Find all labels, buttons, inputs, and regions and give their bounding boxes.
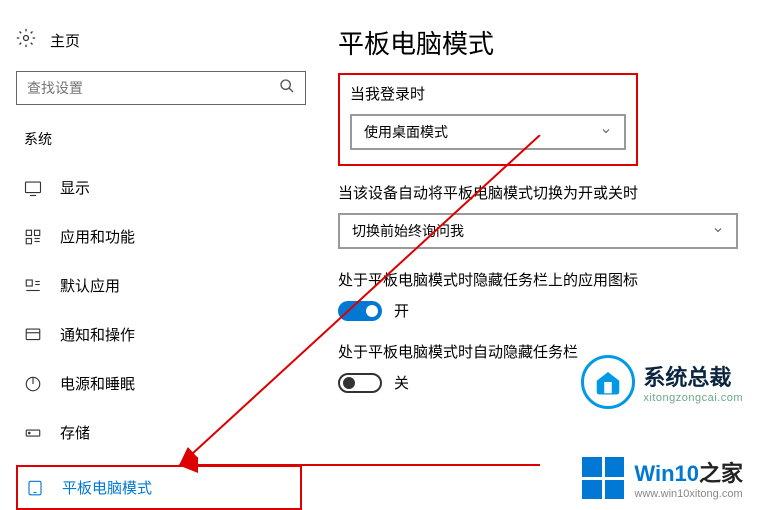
chevron-down-icon bbox=[712, 223, 724, 239]
nav-label: 平板电脑模式 bbox=[62, 477, 152, 498]
sidebar-item-power[interactable]: 电源和睡眠 bbox=[8, 359, 310, 408]
gear-icon bbox=[16, 28, 36, 53]
sidebar-item-tablet-mode[interactable]: 平板电脑模式 bbox=[16, 465, 302, 510]
hide-icons-group: 处于平板电脑模式时隐藏任务栏上的应用图标 开 bbox=[338, 269, 745, 321]
auto-switch-group: 当该设备自动将平板电脑模式切换为开或关时 切换前始终询问我 bbox=[338, 182, 745, 249]
nav-label: 电源和睡眠 bbox=[60, 373, 135, 394]
nav-label: 默认应用 bbox=[60, 275, 120, 296]
display-icon bbox=[24, 179, 42, 197]
tablet-icon bbox=[26, 479, 44, 497]
nav-label: 应用和功能 bbox=[60, 226, 135, 247]
nav-label: 存储 bbox=[60, 422, 90, 443]
home-label: 主页 bbox=[50, 30, 80, 51]
page-title: 平板电脑模式 bbox=[338, 24, 745, 61]
windows-logo-icon bbox=[582, 457, 624, 499]
watermark-title: 系统总裁 bbox=[643, 360, 743, 392]
toggle-state: 关 bbox=[394, 372, 409, 393]
search-box[interactable] bbox=[16, 71, 306, 105]
search-icon bbox=[279, 78, 295, 99]
login-mode-dropdown[interactable]: 使用桌面模式 bbox=[350, 114, 626, 150]
login-mode-group: 当我登录时 使用桌面模式 bbox=[338, 73, 638, 166]
watermark-url: xitongzongcai.com bbox=[643, 392, 743, 404]
watermark-url: www.win10xitong.com bbox=[634, 488, 743, 500]
default-apps-icon bbox=[24, 277, 42, 295]
power-icon bbox=[24, 375, 42, 393]
toggle-state: 开 bbox=[394, 300, 409, 321]
hide-icons-label: 处于平板电脑模式时隐藏任务栏上的应用图标 bbox=[338, 269, 745, 290]
dropdown-value: 切换前始终询问我 bbox=[352, 221, 464, 241]
sidebar-item-apps[interactable]: 应用和功能 bbox=[8, 212, 310, 261]
watermark-title: Win10之家 bbox=[634, 456, 743, 488]
search-input[interactable] bbox=[27, 80, 279, 96]
hide-taskbar-toggle[interactable] bbox=[338, 373, 382, 393]
auto-switch-label: 当该设备自动将平板电脑模式切换为开或关时 bbox=[338, 182, 745, 203]
auto-switch-dropdown[interactable]: 切换前始终询问我 bbox=[338, 213, 738, 249]
chevron-down-icon bbox=[600, 124, 612, 140]
watermark-logo-icon bbox=[581, 355, 635, 409]
section-header: 系统 bbox=[8, 129, 310, 163]
apps-icon bbox=[24, 228, 42, 246]
nav-label: 通知和操作 bbox=[60, 324, 135, 345]
sidebar-item-notifications[interactable]: 通知和操作 bbox=[8, 310, 310, 359]
storage-icon bbox=[24, 424, 42, 442]
home-link[interactable]: 主页 bbox=[8, 24, 310, 57]
watermark-win10: Win10之家 www.win10xitong.com bbox=[582, 456, 743, 500]
watermark-xitongzongcai: 系统总裁 xitongzongcai.com bbox=[581, 355, 743, 409]
sidebar-item-storage[interactable]: 存储 bbox=[8, 408, 310, 457]
sidebar-item-display[interactable]: 显示 bbox=[8, 163, 310, 212]
login-mode-label: 当我登录时 bbox=[350, 83, 626, 104]
nav-label: 显示 bbox=[60, 177, 90, 198]
notifications-icon bbox=[24, 326, 42, 344]
sidebar-item-default-apps[interactable]: 默认应用 bbox=[8, 261, 310, 310]
hide-icons-toggle[interactable] bbox=[338, 301, 382, 321]
dropdown-value: 使用桌面模式 bbox=[364, 122, 448, 142]
